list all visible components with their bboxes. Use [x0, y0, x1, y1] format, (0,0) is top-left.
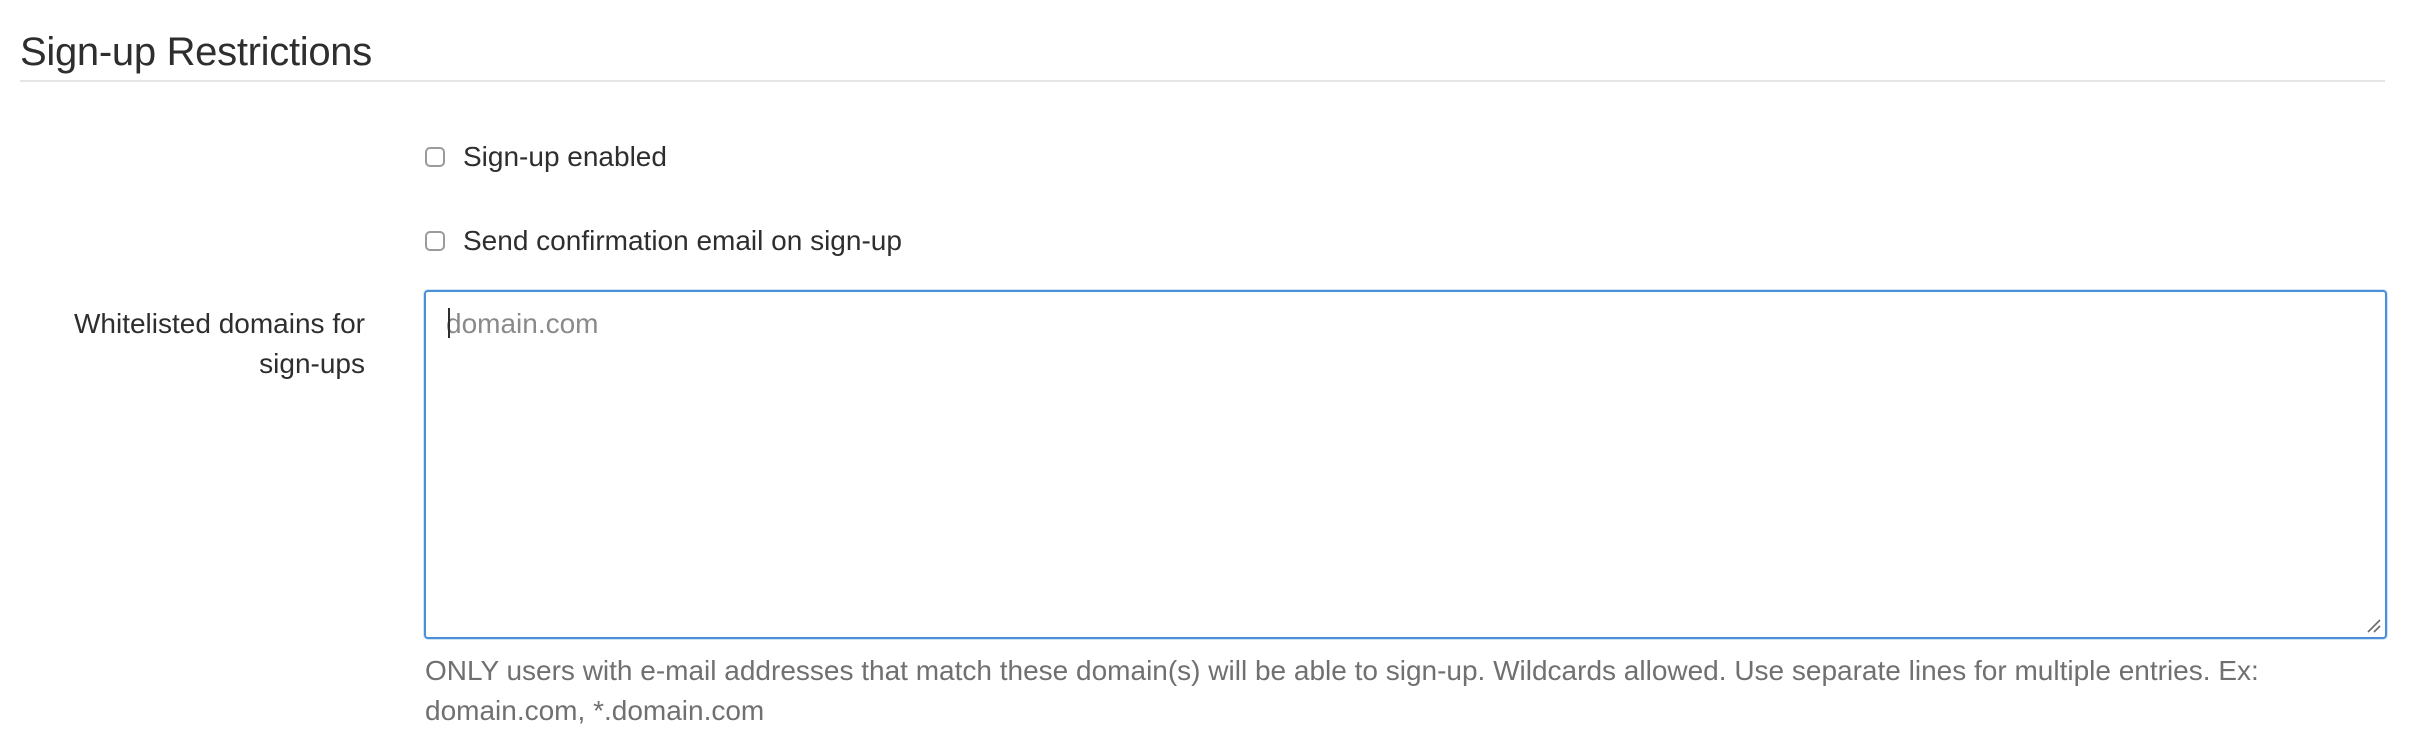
whitelisted-domains-label: Whitelisted domains for sign-ups	[73, 308, 365, 379]
section-divider	[20, 80, 2385, 82]
send-confirmation-email-checkbox[interactable]	[425, 231, 445, 251]
send-confirmation-email-label: Send confirmation email on sign-up	[463, 225, 902, 256]
whitelisted-domains-help-text: ONLY users with e-mail addresses that ma…	[425, 655, 2259, 726]
whitelisted-domains-field[interactable]	[424, 290, 2387, 639]
section-title: Sign-up Restrictions	[20, 30, 372, 74]
signup-enabled-label: Sign-up enabled	[463, 141, 667, 172]
whitelisted-domains-textarea[interactable]	[426, 292, 2385, 637]
signup-enabled-checkbox[interactable]	[425, 147, 445, 167]
text-cursor	[448, 308, 450, 338]
resize-handle-icon[interactable]	[2365, 617, 2381, 633]
send-confirmation-email-option[interactable]: Send confirmation email on sign-up	[425, 223, 902, 259]
signup-enabled-option[interactable]: Sign-up enabled	[425, 139, 667, 175]
